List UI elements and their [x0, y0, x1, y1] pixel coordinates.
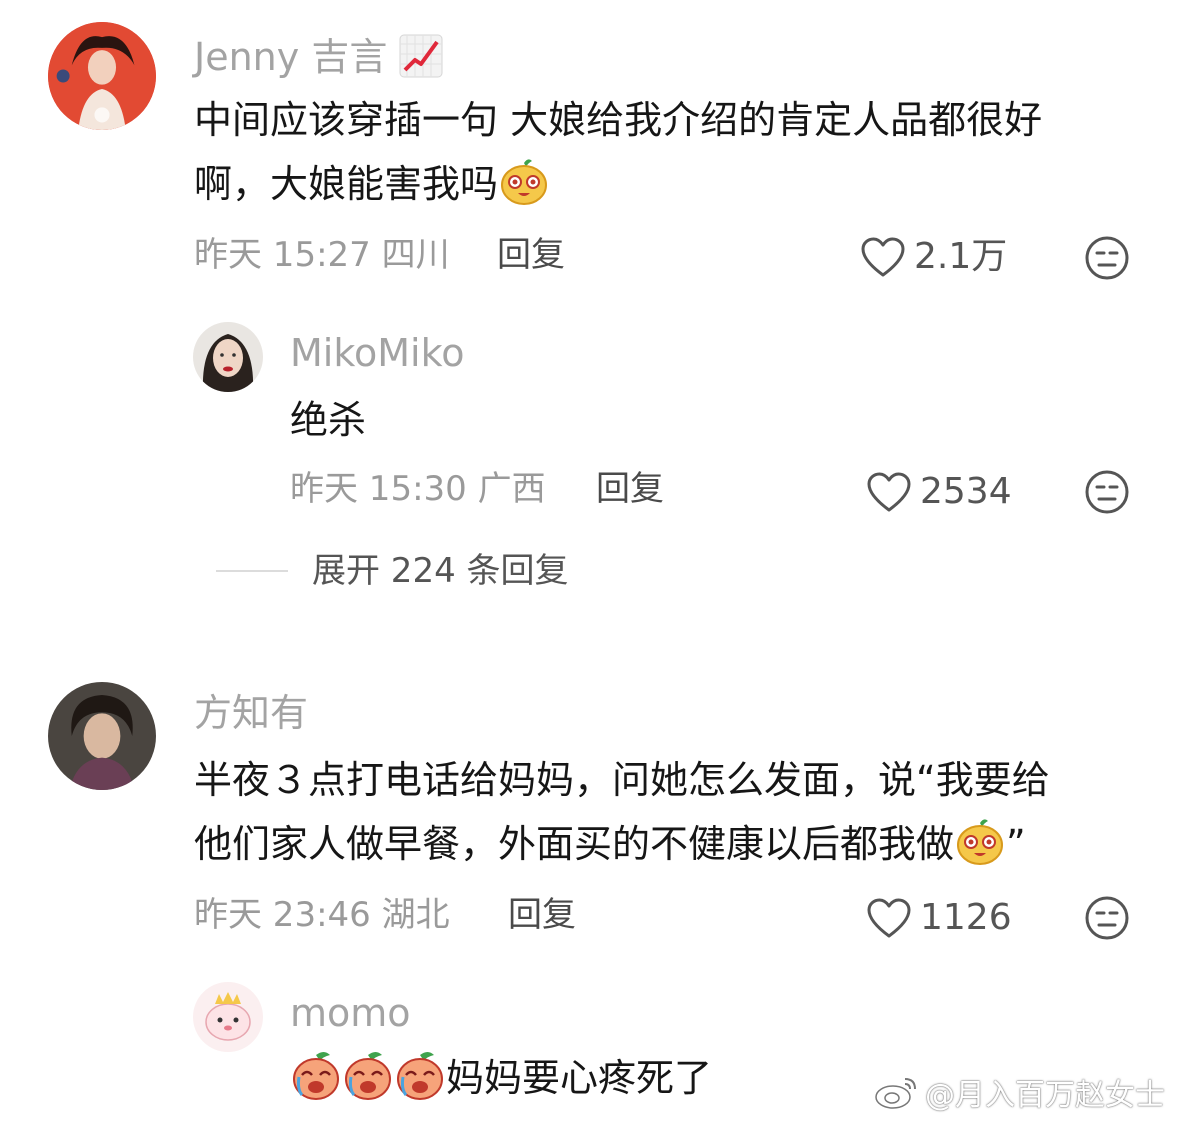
dislike-button[interactable]	[1084, 469, 1130, 515]
heart-icon	[867, 472, 911, 512]
closing-quote: ”	[1006, 822, 1026, 866]
dislike-face-icon	[1085, 896, 1129, 940]
like-button[interactable]: 2534	[866, 471, 1012, 513]
comment-line-text: 啊，大娘能害我吗	[194, 162, 499, 206]
comment-line: 中间应该穿插一句 大娘给我介绍的肯定人品都很好	[194, 98, 1043, 142]
like-count: 2.1万	[914, 236, 1008, 277]
dislike-button[interactable]	[1084, 895, 1130, 941]
watermark: @月入百万赵女士	[873, 1070, 1165, 1114]
comment-line: 半夜３点打电话给妈妈，问她怎么发面，说“我要给	[194, 758, 1050, 802]
reply-button[interactable]: 回复	[508, 898, 576, 932]
watermark-text: @月入百万赵女士	[925, 1078, 1165, 1113]
avatar[interactable]	[48, 682, 156, 790]
expand-label: 展开 224 条回复	[312, 551, 569, 591]
reply-username[interactable]: momo	[290, 994, 411, 1032]
reply-text: 妈妈要心疼死了	[290, 1046, 712, 1110]
like-count: 2534	[920, 471, 1012, 512]
comment-line: 他们家人做早餐，外面买的不健康以后都我做 ”	[194, 812, 1050, 876]
comment-line: 啊，大娘能害我吗	[194, 152, 1042, 216]
like-button[interactable]: 1126	[866, 897, 1012, 939]
heart-icon	[867, 898, 911, 938]
reply-content-text: 妈妈要心疼死了	[446, 1056, 713, 1100]
timestamp: 昨天 15:27	[194, 235, 371, 275]
crying-emoji-icon	[394, 1049, 446, 1101]
timestamp: 昨天 15:30	[290, 469, 467, 509]
reply-username[interactable]: MikoMiko	[290, 334, 465, 372]
weibo-logo-icon	[875, 1078, 916, 1109]
comment-username[interactable]: 方知有	[194, 694, 308, 732]
chart-emoji-icon	[399, 34, 443, 78]
location: 四川	[381, 235, 450, 275]
heart-icon	[861, 237, 905, 277]
comment-text: 半夜３点打电话给妈妈，问她怎么发面，说“我要给 他们家人做早餐，外面买的不健康以…	[194, 748, 1050, 876]
timestamp: 昨天 23:46	[194, 895, 371, 935]
reply-text: 绝杀	[290, 398, 367, 442]
dislike-button[interactable]	[1084, 235, 1130, 281]
reply-button[interactable]: 回复	[596, 472, 664, 506]
like-button[interactable]: 2.1万	[860, 236, 1007, 278]
comment-line-text: 他们家人做早餐，外面买的不健康以后都我做	[194, 822, 955, 866]
avatar[interactable]	[48, 22, 156, 130]
comment-meta: 昨天 23:46 湖北	[194, 898, 450, 932]
comment-text: 中间应该穿插一句 大娘给我介绍的肯定人品都很好 啊，大娘能害我吗	[194, 88, 1042, 216]
dislike-face-icon	[1085, 470, 1129, 514]
divider	[216, 570, 288, 572]
crying-emoji-icon	[290, 1049, 342, 1101]
location: 广西	[477, 469, 546, 509]
comment-meta: 昨天 15:27 四川	[194, 238, 450, 272]
reply-meta: 昨天 15:30 广西	[290, 472, 546, 506]
mascot-emoji-icon	[498, 155, 550, 207]
avatar[interactable]	[193, 982, 263, 1052]
expand-replies-button[interactable]: 展开 224 条回复	[216, 554, 569, 588]
reply-button[interactable]: 回复	[497, 238, 565, 272]
dislike-face-icon	[1085, 236, 1129, 280]
crying-emoji-icon	[342, 1049, 394, 1101]
mascot-emoji-icon	[954, 815, 1006, 867]
like-count: 1126	[920, 897, 1012, 938]
avatar[interactable]	[193, 322, 263, 392]
comment-username[interactable]: Jenny 吉言	[194, 34, 443, 78]
username-text: Jenny 吉言	[194, 35, 388, 79]
location: 湖北	[381, 895, 450, 935]
